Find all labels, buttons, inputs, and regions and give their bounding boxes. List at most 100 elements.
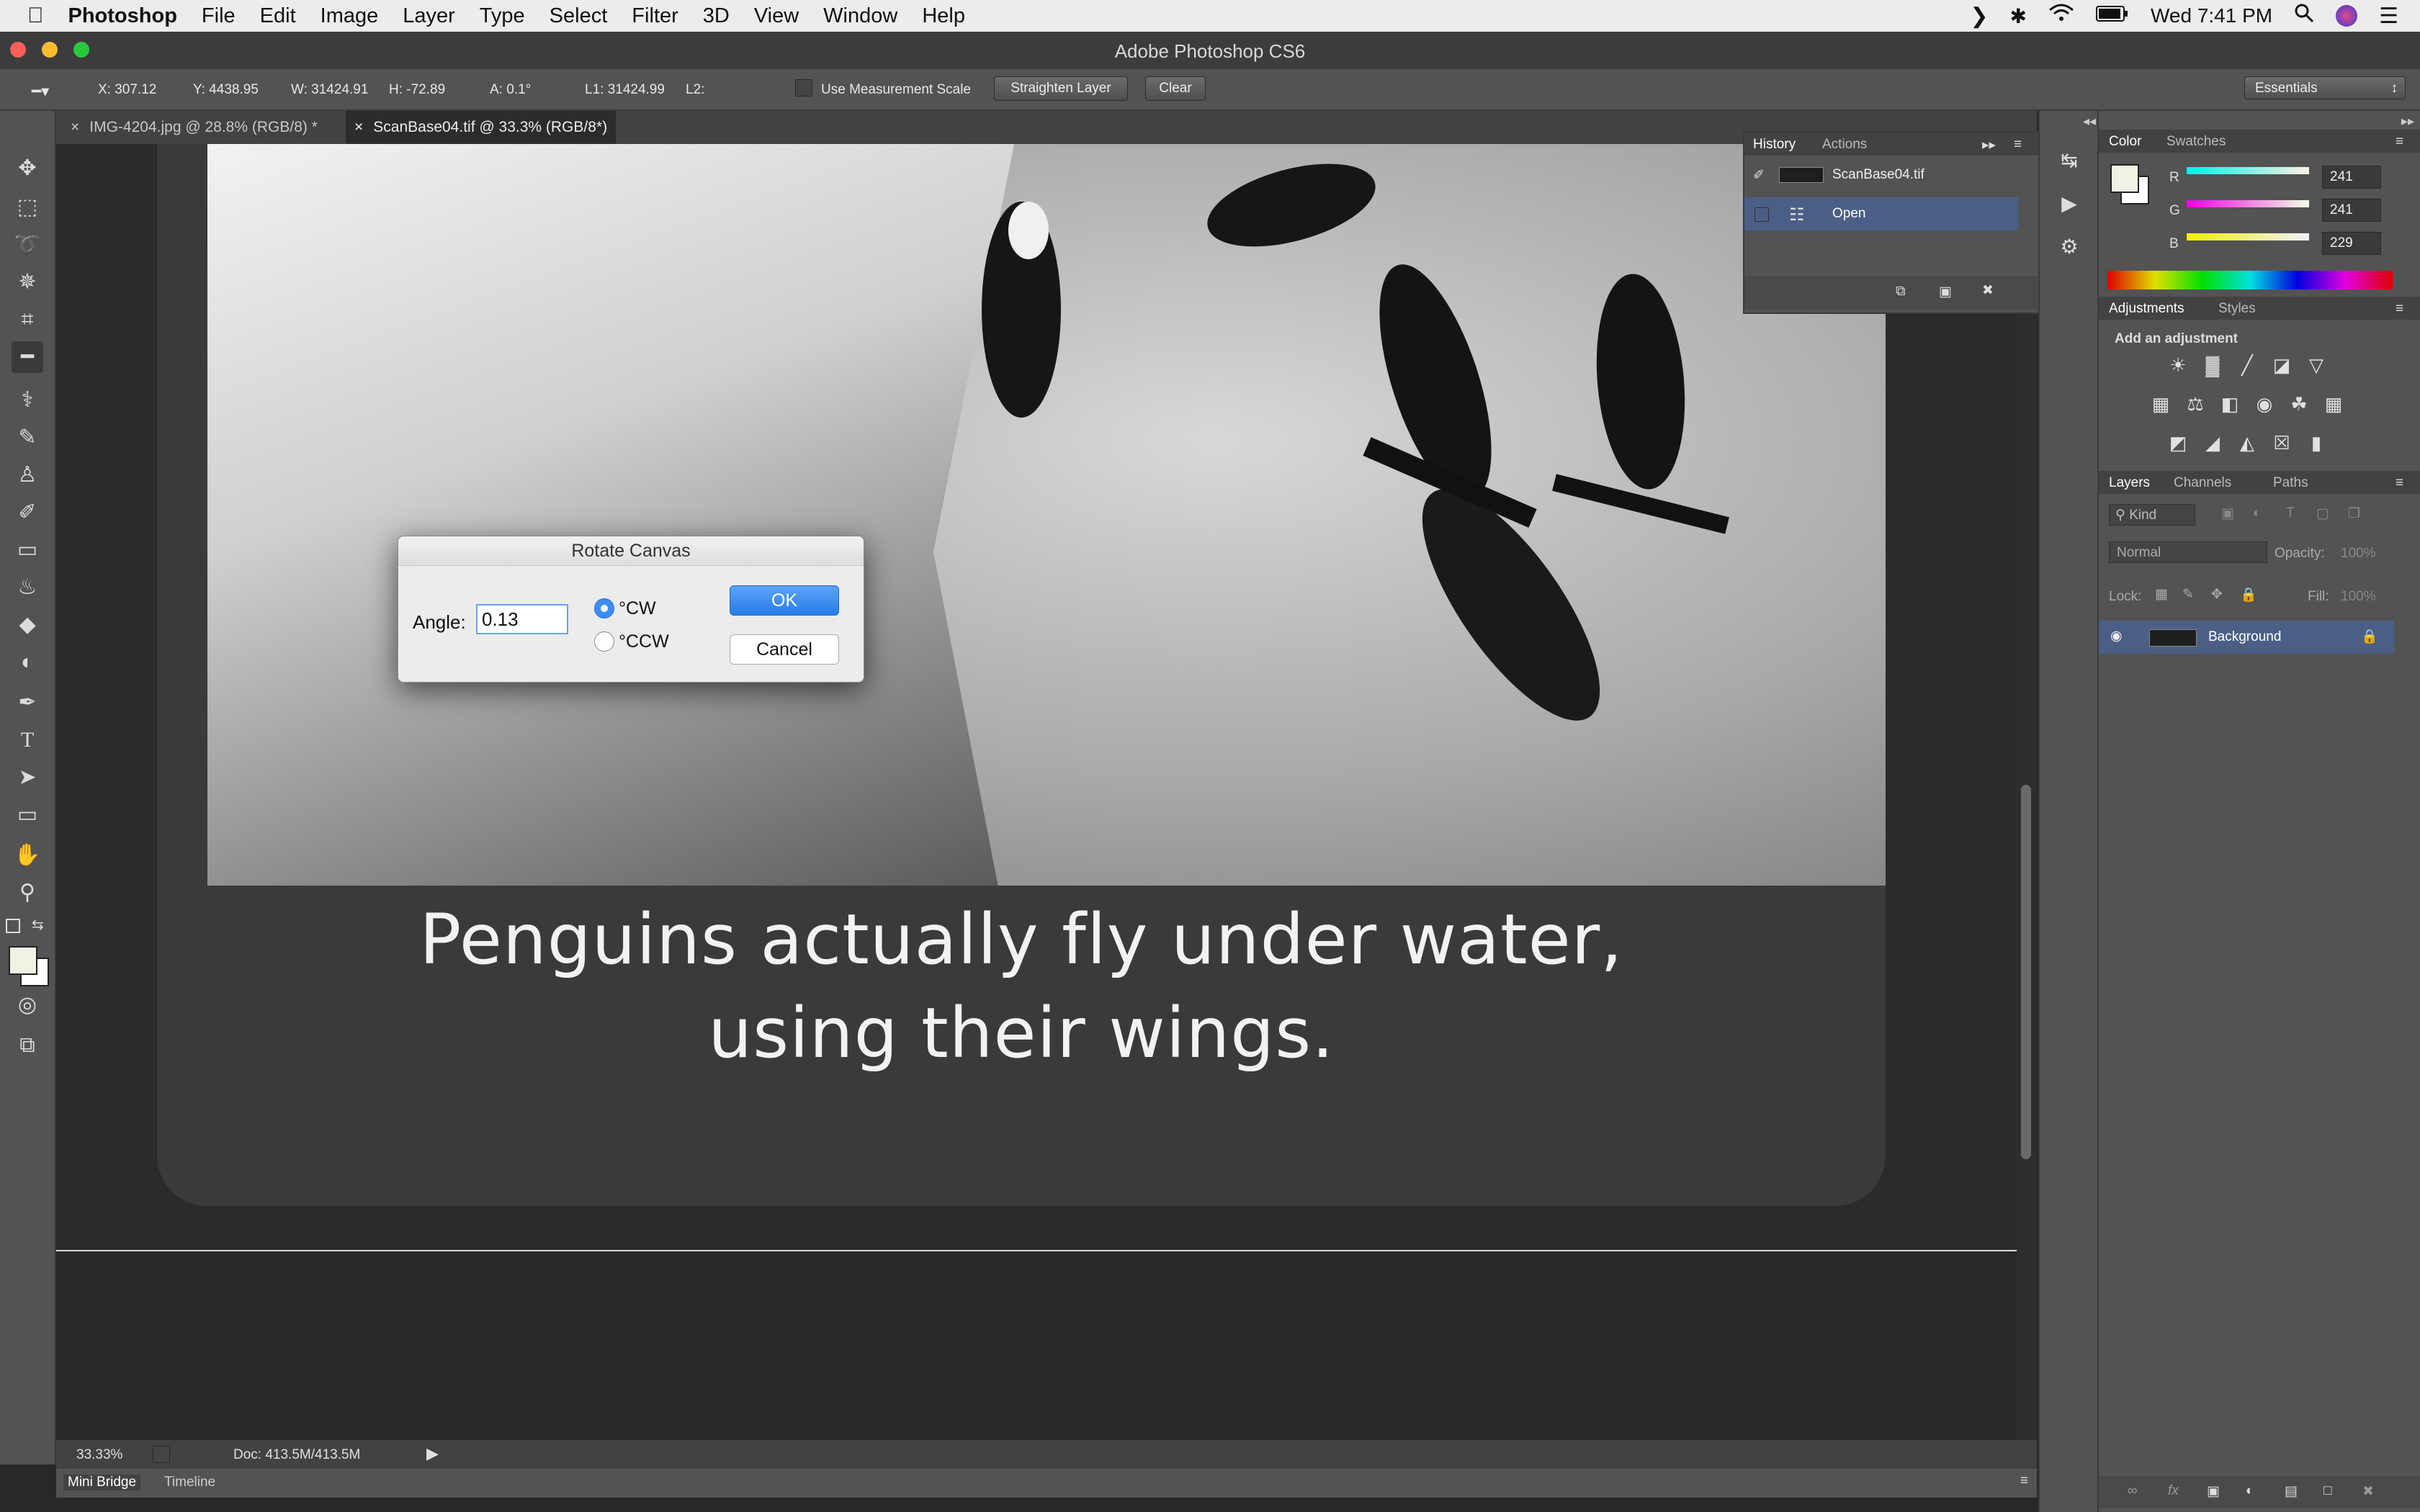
tab-layers[interactable]: Layers — [2109, 475, 2150, 491]
history-panel-icon[interactable]: ↹ — [2056, 148, 2083, 176]
collapse-panels-icon[interactable]: ◂◂ — [2083, 114, 2096, 129]
blend-mode-select[interactable]: Normal — [2109, 541, 2267, 563]
fill-value[interactable]: 100% — [2341, 589, 2376, 605]
history-brush-source-icon[interactable]: ✐ — [1753, 167, 1765, 184]
menu-file[interactable]: File — [189, 4, 248, 28]
lock-all-icon[interactable]: 🔒 — [2240, 586, 2257, 603]
cancel-button[interactable]: Cancel — [730, 634, 839, 665]
menu-view[interactable]: View — [742, 4, 811, 28]
menu-app-photoshop[interactable]: Photoshop — [56, 4, 189, 28]
wifi-icon[interactable] — [2048, 3, 2074, 29]
threshold-icon[interactable]: ◭ — [2236, 432, 2259, 454]
new-document-from-state-icon[interactable]: ⧉ — [1896, 284, 1906, 300]
marquee-tool-icon[interactable]: ⬚ — [12, 192, 43, 223]
zoom-tool-icon[interactable]: ⚲ — [12, 877, 43, 909]
menu-image[interactable]: Image — [308, 4, 391, 28]
opacity-value[interactable]: 100% — [2341, 546, 2376, 562]
filter-shape-icon[interactable]: ▢ — [2316, 505, 2329, 522]
siri-icon[interactable] — [2336, 5, 2358, 27]
search-icon[interactable] — [2294, 3, 2314, 29]
tab-color[interactable]: Color — [2109, 134, 2141, 150]
type-tool-icon[interactable]: T — [12, 724, 43, 756]
collapse-panel-icon[interactable]: ▸▸ — [1982, 137, 1996, 153]
new-group-icon[interactable]: ▤ — [2285, 1483, 2298, 1500]
expand-panels-icon[interactable]: ▸▸ — [2401, 114, 2414, 129]
blur-tool-icon[interactable]: ◆ — [12, 609, 43, 641]
blue-slider[interactable] — [2187, 233, 2309, 240]
tab-actions[interactable]: Actions — [1822, 137, 1867, 153]
panel-menu-icon[interactable]: ≡ — [2020, 1473, 2028, 1489]
ok-button[interactable]: OK — [730, 585, 839, 616]
panel-menu-icon[interactable]: ≡ — [2396, 134, 2403, 150]
vertical-scrollbar[interactable] — [2017, 144, 2037, 1440]
clear-button[interactable]: Clear — [1145, 76, 1206, 101]
chevron-right-icon[interactable]: ❯ — [1970, 4, 1988, 29]
green-slider[interactable] — [2187, 200, 2309, 207]
minimize-window-button[interactable] — [42, 42, 58, 58]
add-mask-icon[interactable]: ▣ — [2207, 1483, 2220, 1500]
apple-icon[interactable]:  — [0, 4, 56, 28]
panel-menu-icon[interactable]: ≡ — [2396, 301, 2403, 317]
pen-tool-icon[interactable]: ✒ — [12, 687, 43, 719]
selective-color-icon[interactable]: ☒ — [2270, 432, 2293, 454]
new-layer-icon[interactable]: □ — [2323, 1483, 2331, 1499]
menu-select[interactable]: Select — [537, 4, 620, 28]
menu-help[interactable]: Help — [910, 4, 977, 28]
vertical-scrollbar-thumb[interactable] — [2021, 785, 2031, 1159]
hue-saturation-icon[interactable]: ▦ — [2149, 393, 2172, 415]
color-spectrum-ramp[interactable] — [2107, 271, 2393, 289]
blue-value[interactable]: 229 — [2322, 232, 2381, 255]
ruler-tool-preset-icon[interactable]: ━▾ — [32, 82, 49, 101]
close-tab-icon[interactable]: × — [71, 119, 79, 135]
history-brush-tool-icon[interactable]: ✐ — [12, 497, 43, 528]
clone-stamp-tool-icon[interactable]: ♙ — [12, 459, 43, 491]
close-window-button[interactable] — [10, 42, 26, 58]
camera-icon[interactable]: ▣ — [1939, 284, 1952, 300]
swap-colors-icon[interactable]: ⇆ — [32, 916, 44, 934]
status-info-icon[interactable] — [153, 1446, 170, 1463]
black-white-icon[interactable]: ◧ — [2218, 393, 2241, 415]
menu-3d[interactable]: 3D — [691, 4, 742, 28]
close-tab-icon[interactable]: × — [354, 119, 363, 135]
history-state-open[interactable]: ☷ Open — [1744, 197, 2018, 230]
straighten-layer-button[interactable]: Straighten Layer — [994, 76, 1128, 101]
workspace-select[interactable]: Essentials ↕ — [2244, 76, 2406, 99]
crop-tool-icon[interactable]: ⌗ — [12, 304, 43, 336]
use-measurement-scale-checkbox[interactable] — [795, 79, 812, 96]
tab-paths[interactable]: Paths — [2273, 475, 2308, 491]
healing-brush-tool-icon[interactable]: ⚕ — [12, 384, 43, 416]
menu-edit[interactable]: Edit — [248, 4, 308, 28]
curves-icon[interactable]: ╱ — [2236, 354, 2259, 376]
exposure-icon[interactable]: ◪ — [2270, 354, 2293, 376]
foreground-color-swatch[interactable] — [9, 946, 37, 975]
path-selection-tool-icon[interactable]: ➤ — [12, 762, 43, 793]
brightness-contrast-icon[interactable]: ☀ — [2166, 354, 2190, 376]
layer-style-icon[interactable]: fx — [2168, 1483, 2179, 1499]
lasso-tool-icon[interactable]: ➰ — [12, 229, 43, 261]
invert-icon[interactable]: ◩ — [2166, 432, 2190, 454]
tab-img-4204[interactable]: × IMG-4204.jpg @ 28.8% (RGB/8) * — [62, 111, 326, 144]
eraser-tool-icon[interactable]: ▭ — [12, 534, 43, 566]
levels-icon[interactable]: ▓ — [2201, 354, 2224, 376]
cw-radio[interactable] — [594, 598, 614, 618]
color-fg-swatch[interactable] — [2110, 164, 2139, 193]
zoom-level[interactable]: 33.33% — [76, 1447, 122, 1463]
tab-channels[interactable]: Channels — [2174, 475, 2231, 491]
list-icon[interactable]: ☰ — [2379, 4, 2398, 29]
history-state-checkbox[interactable] — [1754, 207, 1769, 222]
tab-swatches[interactable]: Swatches — [2166, 134, 2226, 150]
tab-history[interactable]: History — [1753, 137, 1796, 153]
ccw-radio[interactable] — [594, 631, 614, 652]
red-slider[interactable] — [2187, 167, 2309, 174]
tab-adjustments[interactable]: Adjustments — [2109, 301, 2184, 317]
link-layers-icon[interactable]: ∞ — [2128, 1483, 2138, 1499]
delete-layer-icon[interactable]: ✖ — [2362, 1483, 2374, 1500]
actions-play-icon[interactable]: ▶ — [2056, 192, 2083, 219]
ruler-tool-icon[interactable]: ━ — [12, 341, 43, 373]
photo-filter-icon[interactable]: ◉ — [2253, 393, 2276, 415]
lock-position-icon[interactable]: ✥ — [2211, 586, 2223, 603]
filter-smart-object-icon[interactable]: ❐ — [2348, 505, 2360, 522]
history-snapshot-row[interactable]: ✐ ScanBase04.tif — [1744, 158, 2018, 192]
clock[interactable]: Wed 7:41 PM — [2151, 4, 2272, 27]
color-lookup-icon[interactable]: ▦ — [2322, 393, 2345, 415]
